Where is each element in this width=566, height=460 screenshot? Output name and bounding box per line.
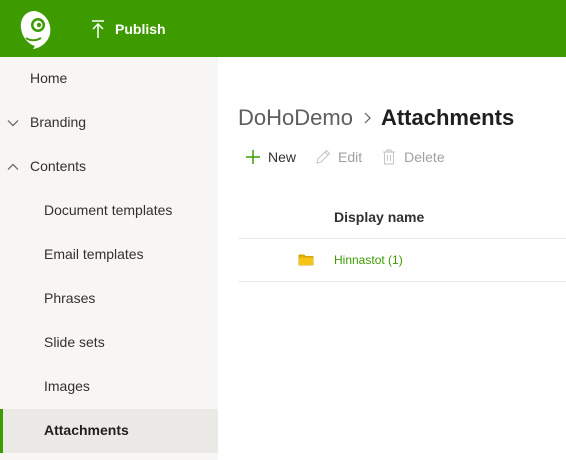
publish-label: Publish bbox=[115, 21, 166, 37]
folder-icon bbox=[298, 254, 314, 266]
chevron-right-icon bbox=[364, 112, 371, 124]
trash-icon bbox=[383, 149, 396, 165]
sidebar-item-contents[interactable]: Contents bbox=[0, 145, 218, 189]
sidebar-item-label: Email templates bbox=[44, 246, 144, 262]
delete-button[interactable]: Delete bbox=[380, 148, 445, 166]
table-header: Display name bbox=[238, 195, 566, 239]
sidebar-item-label: Attachments bbox=[44, 422, 129, 438]
sidebar-item-label: Slide sets bbox=[44, 334, 105, 350]
sidebar-item-label: Images bbox=[44, 378, 90, 394]
row-display-name-link[interactable]: Hinnastot (1) bbox=[334, 253, 403, 267]
upload-arrow-icon bbox=[92, 20, 104, 38]
edit-label: Edit bbox=[338, 149, 363, 165]
chameleon-logo-icon[interactable] bbox=[17, 8, 53, 50]
main-content: DoHoDemo Attachments New Edit Delete Dis… bbox=[218, 57, 566, 460]
top-bar: Publish bbox=[0, 0, 566, 57]
command-bar: New Edit Delete bbox=[244, 147, 463, 167]
sidebar-item-label: Branding bbox=[30, 114, 87, 130]
pencil-icon bbox=[316, 149, 331, 164]
sidebar-item-attachments[interactable]: Attachments bbox=[0, 409, 218, 453]
breadcrumb-root[interactable]: DoHoDemo bbox=[238, 105, 353, 131]
delete-label: Delete bbox=[404, 149, 445, 165]
sidebar-item-email-templates[interactable]: Email templates bbox=[0, 233, 218, 277]
table-row[interactable]: Hinnastot (1) bbox=[238, 239, 566, 282]
chevron-up-icon[interactable] bbox=[6, 160, 20, 174]
edit-button[interactable]: Edit bbox=[314, 148, 362, 166]
active-indicator bbox=[0, 409, 3, 453]
sidebar-item-document-templates[interactable]: Document templates bbox=[0, 189, 218, 233]
column-header-display-name[interactable]: Display name bbox=[334, 209, 424, 225]
sidebar-item-branding[interactable]: Branding bbox=[0, 101, 218, 145]
sidebar: Home Branding Contents Document template… bbox=[0, 57, 218, 460]
sidebar-item-images[interactable]: Images bbox=[0, 365, 218, 409]
sidebar-item-label: Home bbox=[30, 70, 68, 86]
sidebar-item-slide-sets[interactable]: Slide sets bbox=[0, 321, 218, 365]
page-title: Attachments bbox=[380, 105, 515, 130]
sidebar-item-label: Phrases bbox=[44, 290, 96, 306]
new-button[interactable]: New bbox=[244, 148, 296, 166]
sidebar-item-home[interactable]: Home bbox=[0, 57, 218, 101]
sidebar-item-phrases[interactable]: Phrases bbox=[0, 277, 218, 321]
sidebar-item-label: Document templates bbox=[44, 202, 173, 218]
new-label: New bbox=[268, 149, 297, 165]
breadcrumb: DoHoDemo Attachments bbox=[238, 105, 514, 131]
chevron-down-icon[interactable] bbox=[6, 116, 20, 130]
plus-icon bbox=[246, 150, 260, 164]
sidebar-item-label: Contents bbox=[30, 158, 87, 174]
publish-button[interactable]: Publish bbox=[90, 17, 166, 41]
